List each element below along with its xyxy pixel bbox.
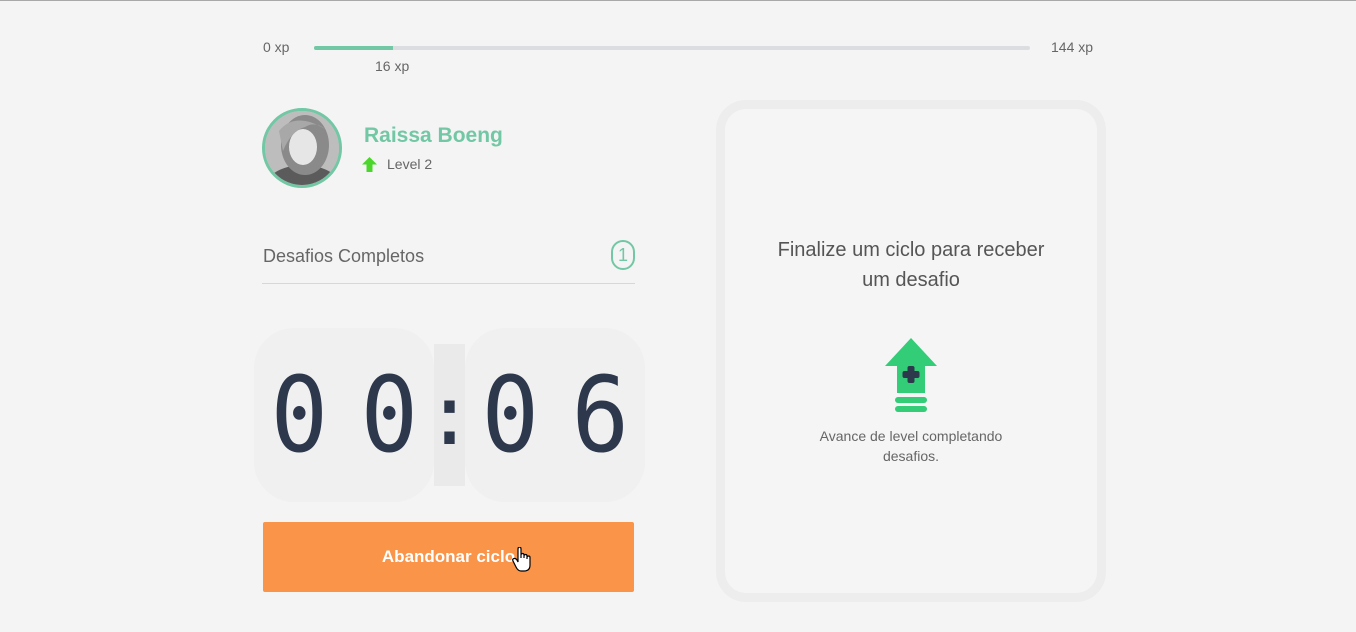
level-up-icon [885,338,937,412]
hand-cursor-icon [512,547,531,572]
countdown-minutes: 0 0 [254,328,434,502]
xp-min-label: 0 xp [263,39,290,55]
minute-tens-digit: 0 [270,354,328,476]
challenge-box-title-line2: um desafio [862,269,960,291]
challenge-box-title-line1: Finalize um ciclo para receber [777,239,1045,261]
user-name: Raissa Boeng [364,124,503,147]
minute-ones-digit: 0 [360,354,418,476]
challenge-box-title: Finalize um ciclo para receber um desafi… [716,235,1106,295]
challenge-box-description: Avance de level completando desafios. [786,426,1036,466]
avatar [262,108,342,188]
xp-progress-bar [314,46,1030,50]
level-info: Level 2 [362,156,432,172]
avatar-photo [265,111,339,185]
countdown-timer: 0 0 : 0 6 [254,328,645,502]
countdown-separator: : [424,344,475,486]
abandon-cycle-button[interactable]: Abandonar ciclo [263,522,634,592]
second-tens-digit: 0 [481,354,539,476]
completed-challenges: Desafios Completos 1 [262,238,635,284]
level-label: Level 2 [387,156,433,172]
challenge-box-description-line2: desafios. [882,448,940,464]
challenge-box: Finalize um ciclo para receber um desafi… [716,100,1106,602]
xp-current-label: 16 xp [375,58,410,74]
completed-challenges-label: Desafios Completos [263,246,425,266]
countdown-seconds: 0 6 [465,328,645,502]
completed-challenges-count: 1 [611,240,635,270]
challenge-box-description-line1: Avance de level completando [819,428,1003,444]
xp-progress-fill [314,46,393,50]
level-up-icon [362,156,377,172]
second-ones-digit: 6 [571,354,629,476]
xp-max-label: 144 xp [1051,39,1094,55]
